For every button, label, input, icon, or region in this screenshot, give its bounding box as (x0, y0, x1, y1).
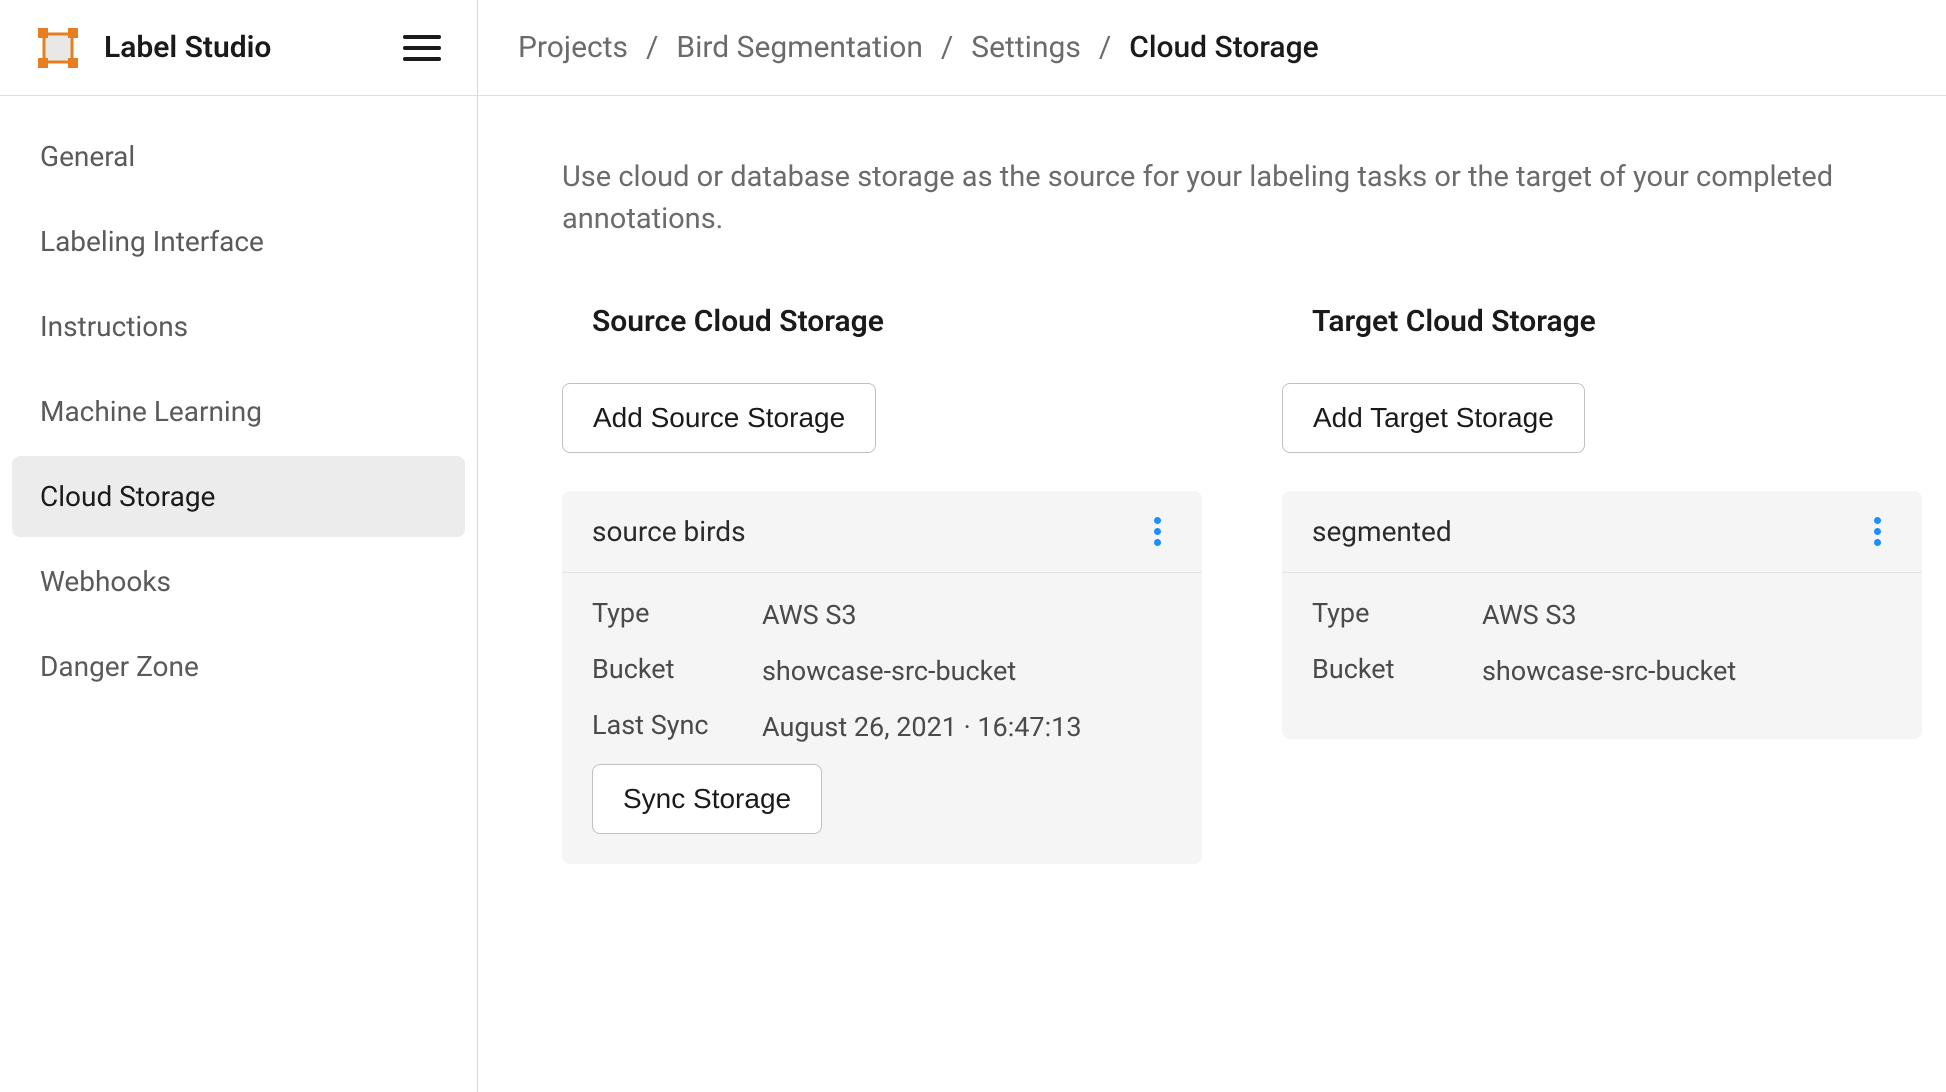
crumb-current: Cloud Storage (1129, 30, 1318, 65)
bucket-label: Bucket (1312, 653, 1482, 685)
card-title: segmented (1312, 515, 1452, 548)
breadcrumb: Projects / Bird Segmentation / Settings … (478, 0, 1946, 96)
crumb-projects[interactable]: Projects (518, 30, 628, 65)
brand-name: Label Studio (104, 30, 271, 65)
sidebar-item-danger-zone[interactable]: Danger Zone (12, 626, 465, 707)
add-source-storage-button[interactable]: Add Source Storage (562, 383, 876, 453)
type-label: Type (1312, 597, 1482, 629)
breadcrumb-sep: / (646, 30, 658, 65)
type-value: AWS S3 (762, 597, 857, 635)
row-bucket: Bucket showcase-src-bucket (592, 653, 1172, 691)
sidebar-header: Label Studio (0, 0, 477, 96)
source-heading: Source Cloud Storage (562, 304, 1202, 339)
sync-storage-button[interactable]: Sync Storage (592, 764, 822, 834)
page-description: Use cloud or database storage as the sou… (562, 156, 1862, 240)
row-type: Type AWS S3 (1312, 597, 1892, 635)
sidebar: Label Studio General Labeling Interface … (0, 0, 478, 1092)
type-value: AWS S3 (1482, 597, 1577, 635)
crumb-settings[interactable]: Settings (971, 30, 1081, 65)
card-header: segmented (1282, 491, 1922, 573)
source-storage-card: source birds Type AWS S3 Bucket showcase… (562, 491, 1202, 864)
sidebar-item-machine-learning[interactable]: Machine Learning (12, 371, 465, 452)
breadcrumb-sep: / (1099, 30, 1111, 65)
more-icon[interactable] (1142, 517, 1172, 547)
storage-columns: Source Cloud Storage Add Source Storage … (562, 304, 1886, 864)
sidebar-nav: General Labeling Interface Instructions … (0, 96, 477, 731)
source-column: Source Cloud Storage Add Source Storage … (562, 304, 1202, 864)
main: Projects / Bird Segmentation / Settings … (478, 0, 1946, 1092)
row-last-sync: Last Sync August 26, 2021 · 16:47:13 (592, 709, 1172, 747)
card-body: Type AWS S3 Bucket showcase-src-bucket (1282, 573, 1922, 739)
card-header: source birds (562, 491, 1202, 573)
sidebar-item-webhooks[interactable]: Webhooks (12, 541, 465, 622)
crumb-project-name[interactable]: Bird Segmentation (676, 30, 923, 65)
add-target-storage-button[interactable]: Add Target Storage (1282, 383, 1585, 453)
hamburger-icon[interactable] (403, 28, 443, 68)
sidebar-item-instructions[interactable]: Instructions (12, 286, 465, 367)
sidebar-item-cloud-storage[interactable]: Cloud Storage (12, 456, 465, 537)
content: Use cloud or database storage as the sou… (478, 96, 1946, 904)
target-column: Target Cloud Storage Add Target Storage … (1282, 304, 1922, 864)
bucket-label: Bucket (592, 653, 762, 685)
row-bucket: Bucket showcase-src-bucket (1312, 653, 1892, 691)
lastsync-label: Last Sync (592, 709, 762, 741)
breadcrumb-sep: / (941, 30, 953, 65)
bucket-value: showcase-src-bucket (1482, 653, 1736, 691)
type-label: Type (592, 597, 762, 629)
bucket-value: showcase-src-bucket (762, 653, 1016, 691)
sidebar-item-labeling-interface[interactable]: Labeling Interface (12, 201, 465, 282)
target-storage-card: segmented Type AWS S3 Bucket showcase-sr… (1282, 491, 1922, 739)
card-title: source birds (592, 515, 746, 548)
brand[interactable]: Label Studio (34, 24, 271, 72)
row-type: Type AWS S3 (592, 597, 1172, 635)
lastsync-value: August 26, 2021 · 16:47:13 (762, 709, 1082, 747)
card-body: Type AWS S3 Bucket showcase-src-bucket L… (562, 573, 1202, 864)
more-icon[interactable] (1862, 517, 1892, 547)
target-heading: Target Cloud Storage (1282, 304, 1922, 339)
sidebar-item-general[interactable]: General (12, 116, 465, 197)
logo-icon (34, 24, 82, 72)
